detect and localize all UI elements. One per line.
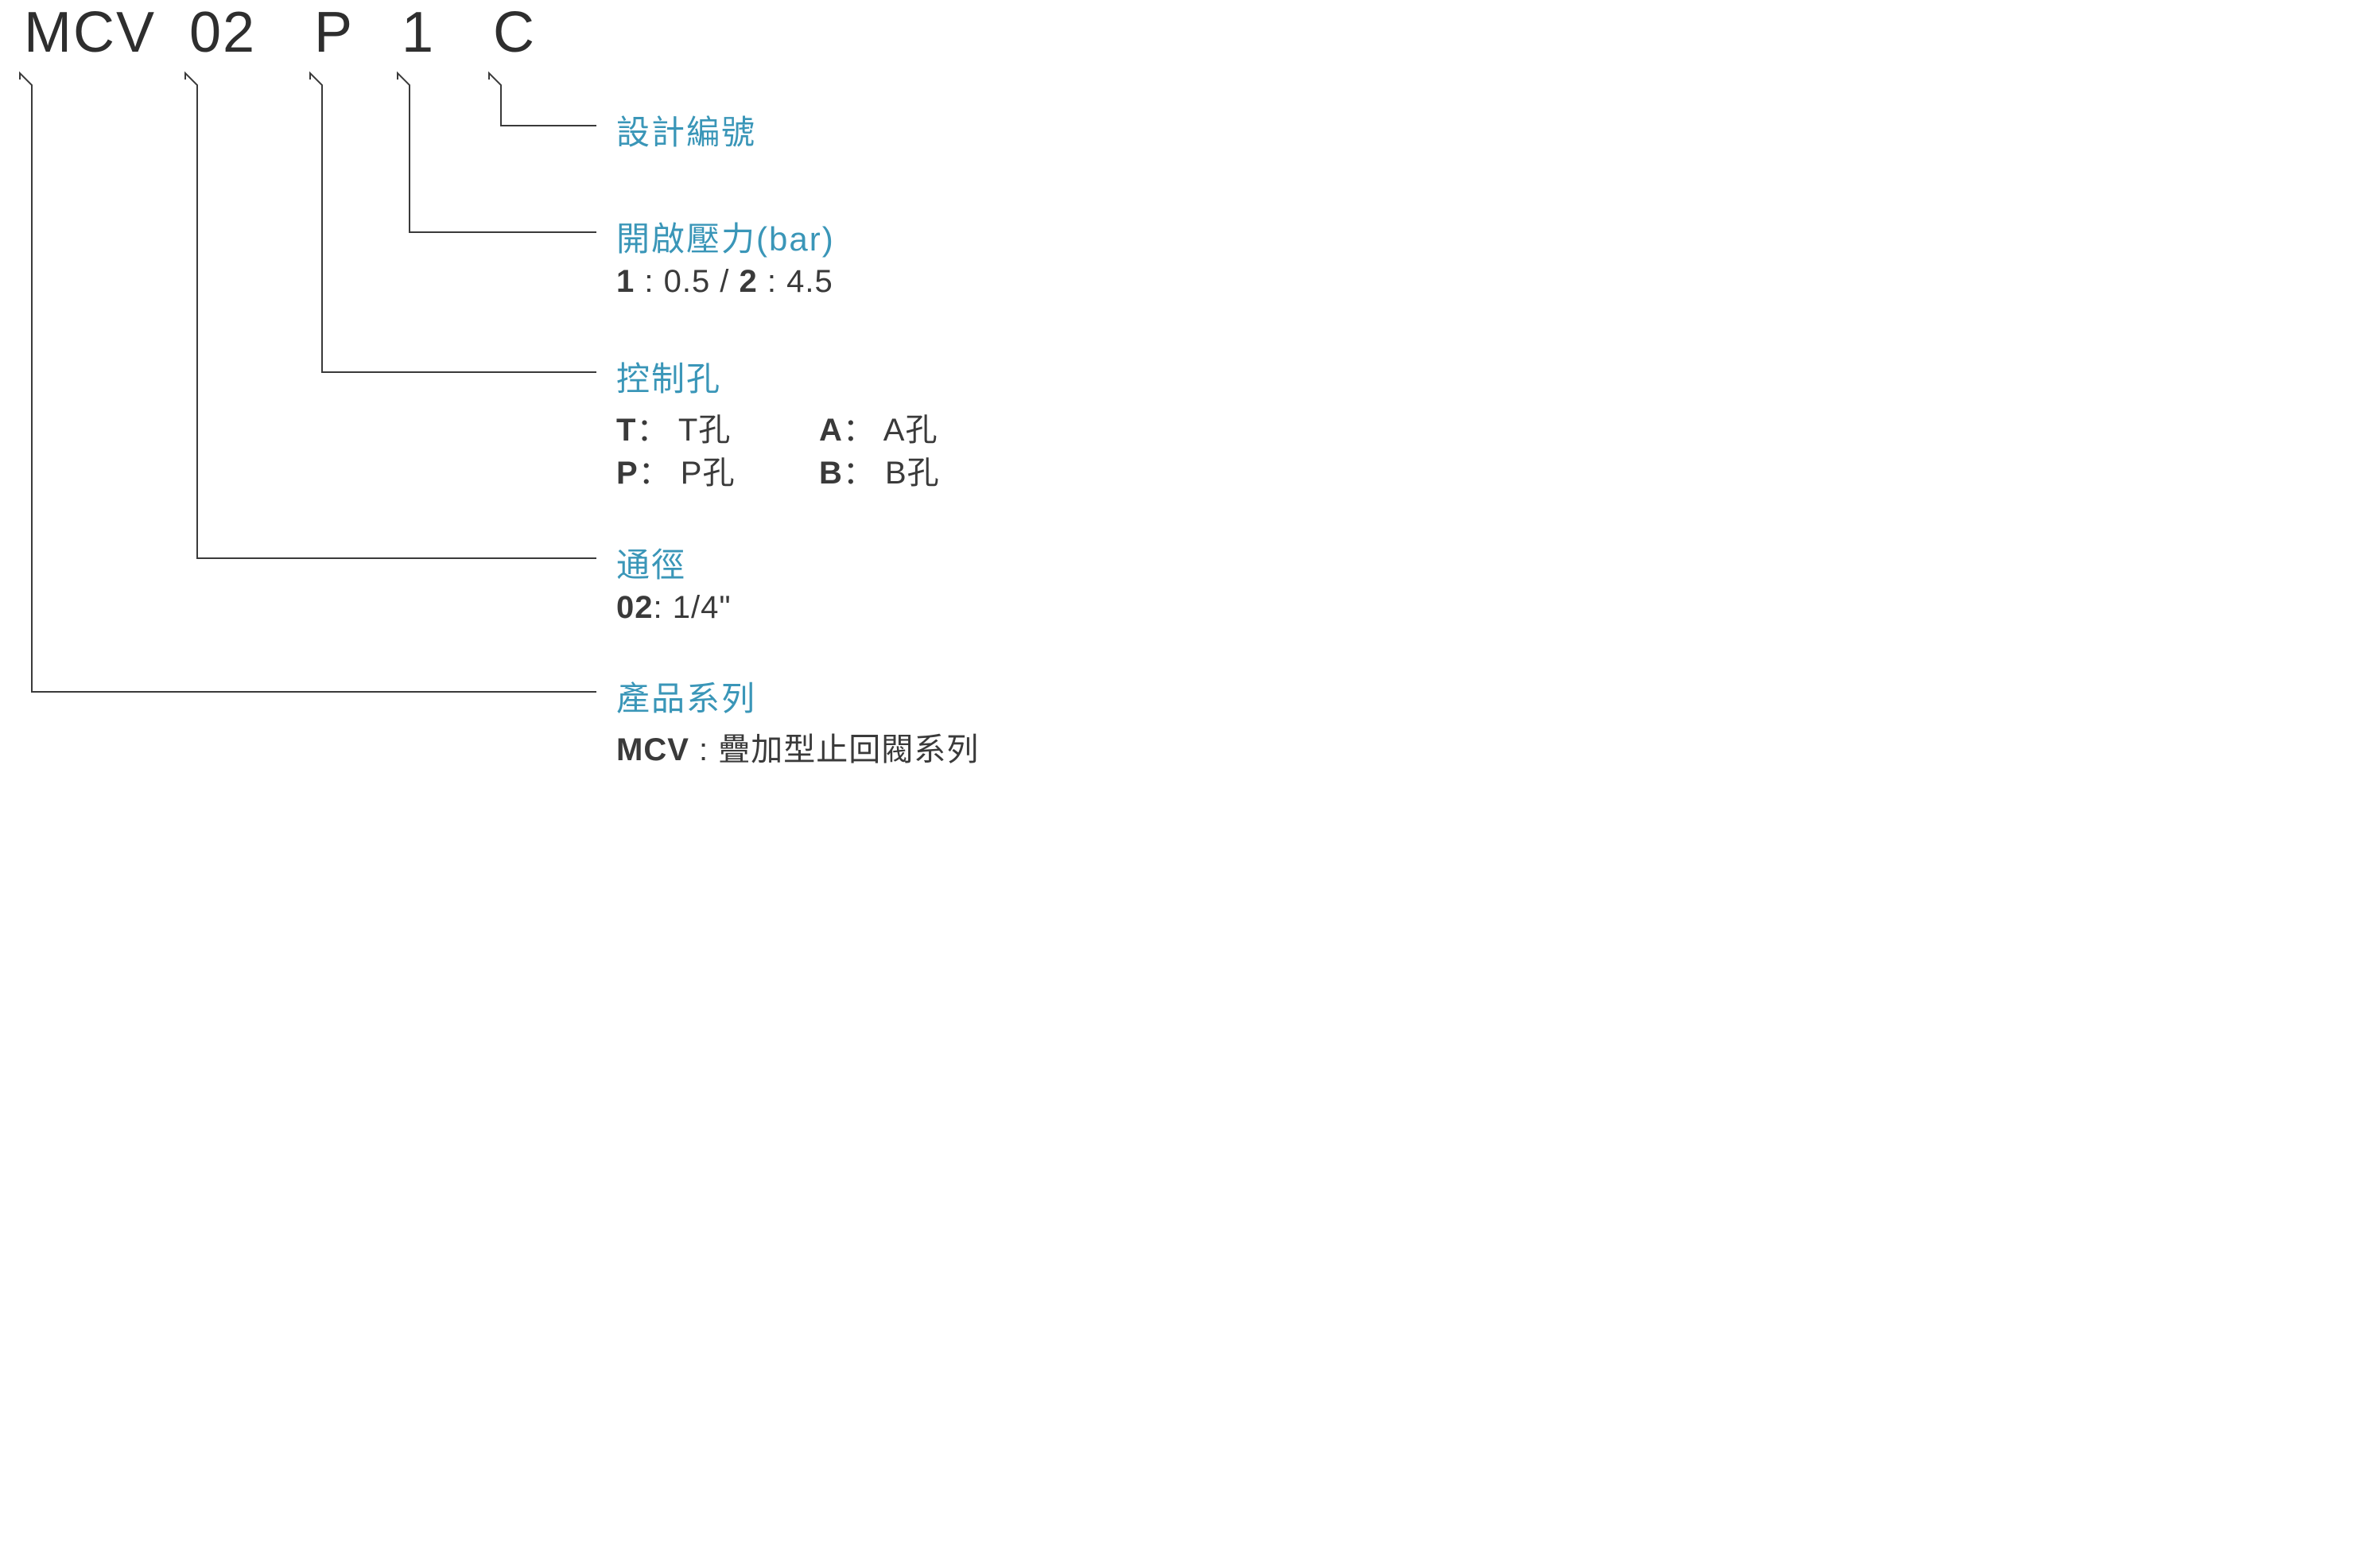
cp-mid: : 0.5 / (635, 264, 739, 299)
control-port-row2: P： P孔 (616, 447, 735, 493)
label-cracking-pressure: 開啟壓力(bar) (616, 212, 835, 261)
cp-A-code: A (819, 413, 843, 448)
bracket-lines (0, 0, 1193, 779)
size-val: : 1/4" (654, 590, 732, 625)
label-size: 通徑 (616, 538, 686, 587)
cp-T-code: T (616, 413, 636, 448)
label-series-detail: MCV : 疊加型止回閥系列 (616, 724, 979, 770)
cp-A-val: ： A孔 (843, 413, 938, 448)
label-series: 產品系列 (616, 672, 756, 720)
size-code: 02 (616, 590, 654, 625)
cp-B-val: ： B孔 (843, 456, 940, 491)
model-code-diagram: MCV 02 P 1 C 設計編號 開啟壓力(bar) 1 : 0.5 / 2 … (0, 0, 1193, 779)
series-code: MCV (616, 732, 689, 767)
label-cracking-pressure-detail: 1 : 0.5 / 2 : 4.5 (616, 264, 833, 300)
cp-T-val: ： T孔 (636, 413, 731, 448)
cp-B-code: B (819, 456, 843, 491)
label-design-no: 設計編號 (616, 106, 756, 154)
control-port-row2b: B： B孔 (819, 447, 940, 493)
cp-P-val: ： P孔 (639, 456, 736, 491)
label-size-detail: 02: 1/4" (616, 590, 732, 626)
label-control-port: 控制孔 (616, 352, 721, 401)
cp-code-2: 2 (740, 264, 758, 299)
cp-suffix: : 4.5 (758, 264, 833, 299)
cp-P-code: P (616, 456, 639, 491)
control-port-row1b: A： A孔 (819, 404, 938, 450)
series-val: : 疊加型止回閥系列 (689, 732, 979, 767)
cp-code-1: 1 (616, 264, 635, 299)
control-port-row1: T： T孔 (616, 404, 731, 450)
